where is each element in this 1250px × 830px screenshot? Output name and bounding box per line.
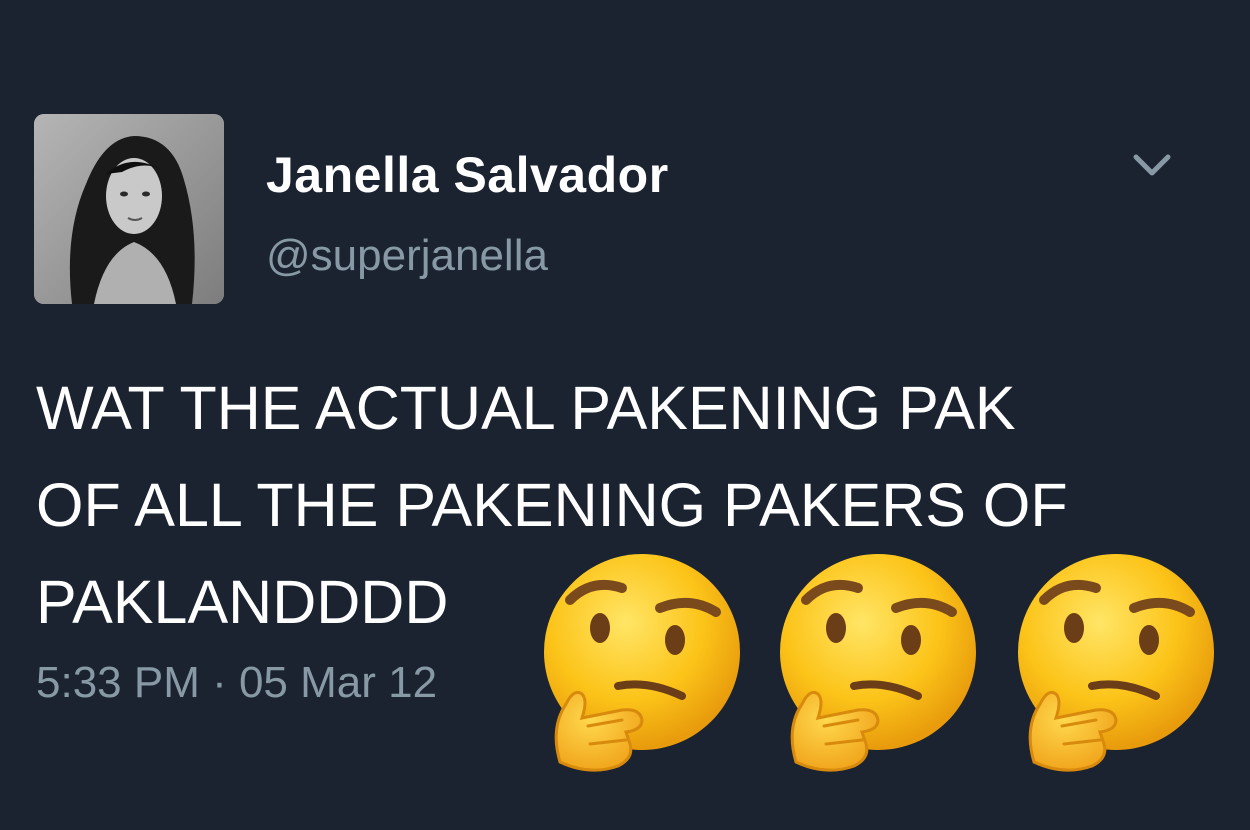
- thinking-face-emoji: [530, 548, 752, 773]
- thinking-face-emoji: [766, 548, 988, 773]
- user-handle[interactable]: @superjanella: [266, 231, 548, 281]
- avatar[interactable]: [34, 114, 224, 304]
- display-name[interactable]: Janella Salvador: [266, 146, 669, 204]
- tweet-text-line: OF ALL THE PAKENING PAKERS OF: [36, 471, 1068, 539]
- tweet-timestamp[interactable]: 5:33 PM · 05 Mar 12: [36, 658, 437, 708]
- chevron-down-icon[interactable]: [1128, 145, 1176, 185]
- avatar-image: [34, 114, 224, 304]
- tweet-card: Janella Salvador @superjanella WAT THE A…: [0, 0, 1250, 830]
- thinking-face-emoji: [1004, 548, 1226, 773]
- tweet-text-line: WAT THE ACTUAL PAKENING PAK: [36, 374, 1016, 442]
